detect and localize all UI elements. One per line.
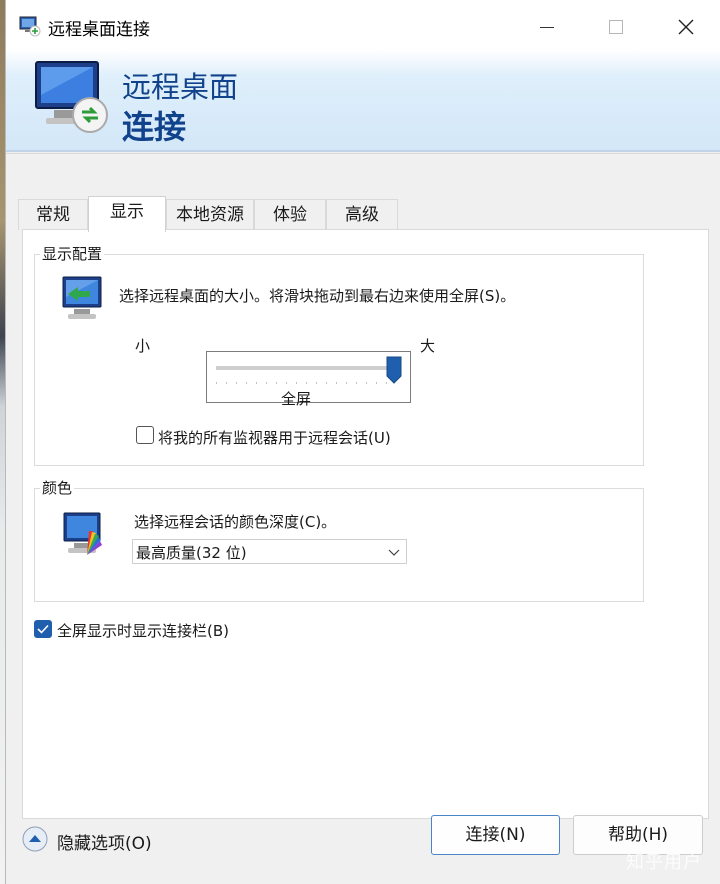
tab-display[interactable]: 显示 — [88, 196, 166, 232]
minimize-button[interactable] — [511, 0, 581, 50]
color-depth-select[interactable]: 最高质量(32 位) — [132, 539, 407, 564]
banner-divider-shadow — [6, 153, 720, 154]
monitor-resize-icon — [62, 276, 102, 319]
remote-desktop-banner-icon — [35, 61, 108, 133]
slider-ticks — [216, 382, 396, 384]
display-config-title: 显示配置 — [40, 243, 105, 264]
fullscreen-bar-checkbox[interactable] — [34, 620, 52, 638]
chevron-down-icon — [388, 549, 400, 556]
watermark: 知乎用户 — [626, 852, 702, 873]
tab-general[interactable]: 常规 — [18, 199, 88, 230]
slider-track — [216, 366, 396, 370]
display-tab-panel: 显示配置 选择远程桌面的大小。将滑块拖动到最右边来使用全屏(S)。 小 大 全屏… — [22, 229, 709, 819]
close-button[interactable] — [651, 0, 720, 50]
tab-local-resources[interactable]: 本地资源 — [166, 199, 254, 230]
remote-desktop-icon — [19, 16, 41, 37]
color-depth-description: 选择远程会话的颜色深度(C)。 — [134, 513, 337, 531]
banner-title-line2: 连接 — [122, 108, 187, 146]
maximize-icon — [609, 20, 623, 34]
chevron-up-circle-icon[interactable] — [22, 826, 48, 852]
slider-value-label: 全屏 — [281, 390, 312, 408]
minimize-icon — [540, 27, 554, 28]
fullscreen-bar-label: 全屏显示时显示连接栏(B) — [57, 622, 229, 640]
display-size-description: 选择远程桌面的大小。将滑块拖动到最右边来使用全屏(S)。 — [119, 287, 516, 305]
tab-advanced[interactable]: 高级 — [326, 199, 398, 230]
hide-options-label: 隐藏选项(O) — [57, 834, 152, 854]
banner-title-line1: 远程桌面 — [122, 70, 239, 104]
color-depth-icon — [63, 512, 102, 555]
window-title: 远程桌面连接 — [48, 20, 150, 40]
slider-max-label: 大 — [420, 337, 436, 355]
remote-desktop-window: 远程桌面连接 远程桌面 连接 常规 显示 本地资源 体验 高级 显示配置 选择远… — [5, 0, 720, 884]
banner: 远程桌面 连接 — [6, 50, 720, 152]
slider-thumb[interactable] — [386, 356, 402, 384]
slider-fill — [217, 367, 395, 369]
slider-min-label: 小 — [135, 337, 151, 355]
multi-monitor-checkbox[interactable] — [136, 426, 154, 444]
maximize-button[interactable] — [581, 0, 651, 50]
close-icon — [678, 19, 694, 35]
display-config-group: 显示配置 选择远程桌面的大小。将滑块拖动到最右边来使用全屏(S)。 小 大 全屏… — [34, 243, 644, 466]
checkmark-icon — [37, 624, 49, 634]
color-group: 颜色 选择远程会话的颜色深度(C)。 最高质量(32 位) — [34, 477, 644, 602]
color-depth-value: 最高质量(32 位) — [136, 544, 247, 562]
color-title: 颜色 — [40, 477, 75, 498]
title-bar[interactable]: 远程桌面连接 — [6, 0, 720, 50]
tab-experience[interactable]: 体验 — [254, 199, 326, 230]
multi-monitor-label: 将我的所有监视器用于远程会话(U) — [158, 429, 391, 447]
connect-button[interactable]: 连接(N) — [431, 815, 560, 855]
banner-divider — [6, 150, 720, 152]
